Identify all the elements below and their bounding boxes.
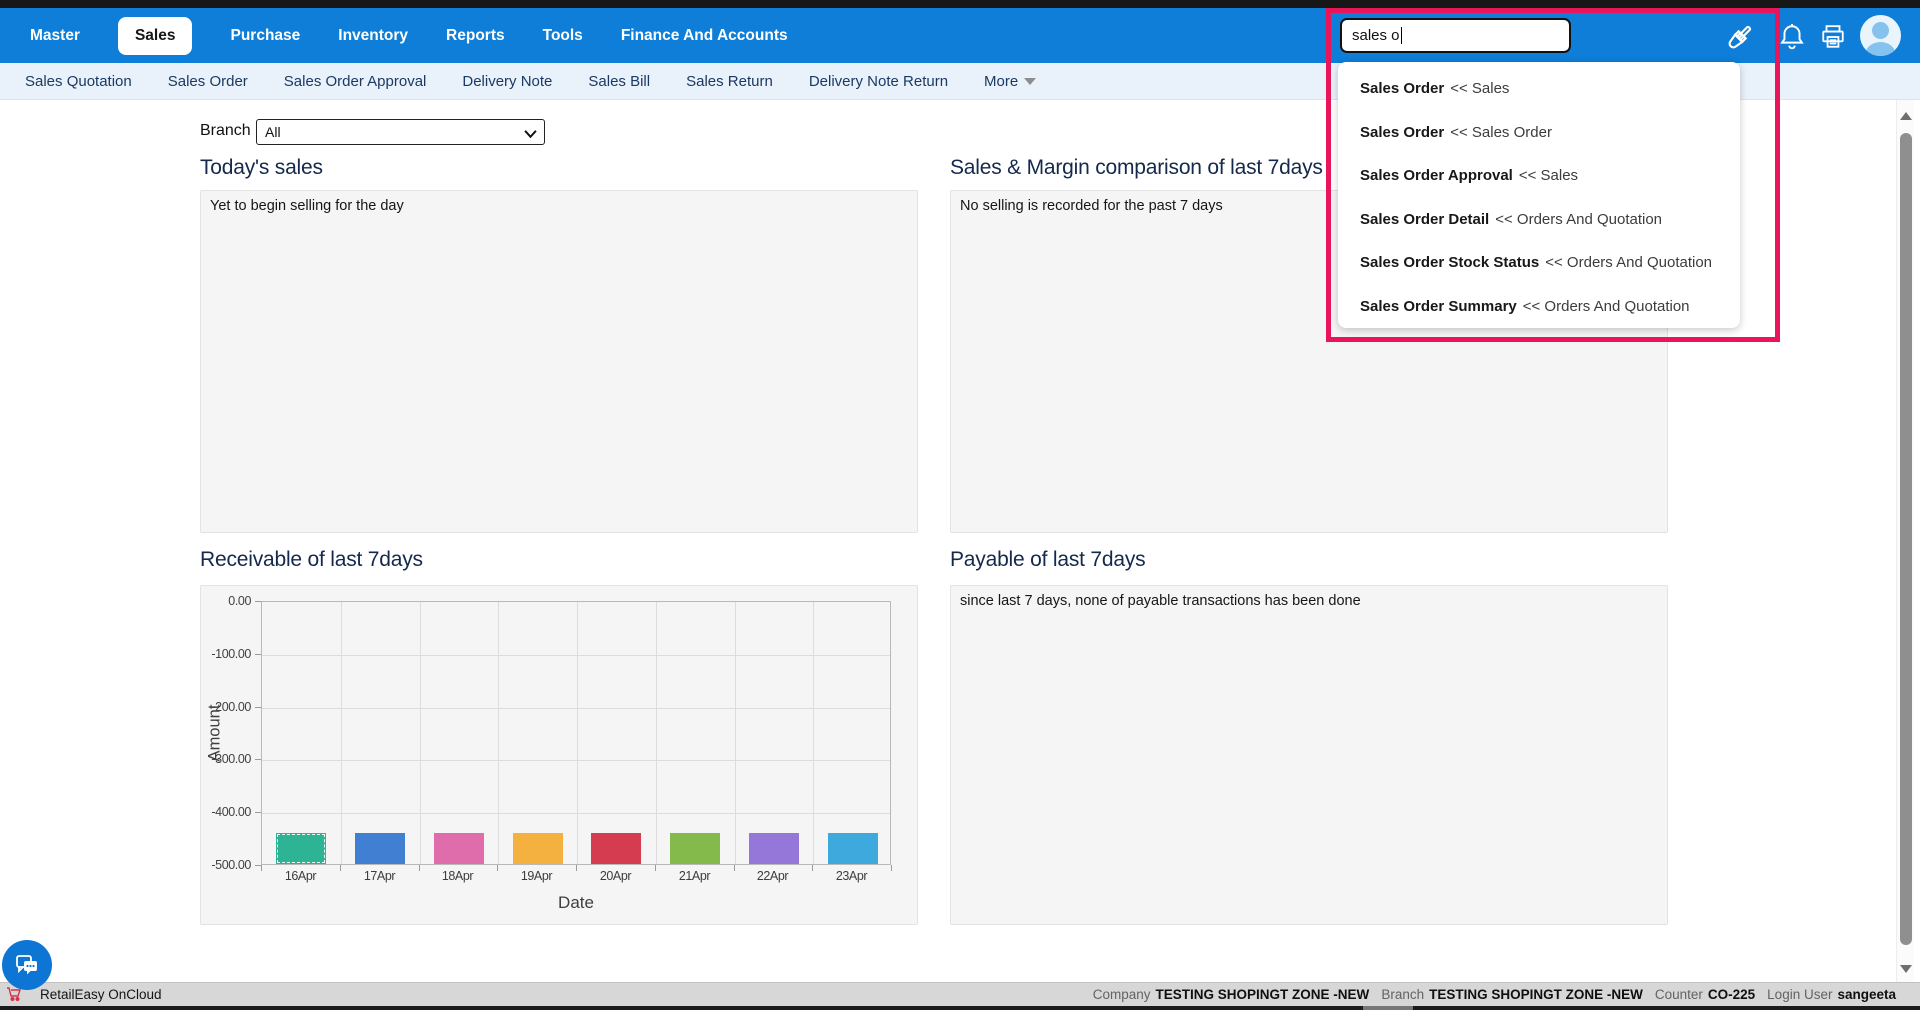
chart-plot-area xyxy=(261,601,891,865)
x-tick-label: 19Apr xyxy=(497,869,576,883)
print-icon[interactable] xyxy=(1820,24,1846,55)
gridline xyxy=(813,602,814,864)
status-counter: CounterCO-225 xyxy=(1655,987,1755,1002)
chevron-down-icon xyxy=(1024,78,1036,85)
chat-support-button[interactable] xyxy=(2,940,52,990)
gridline xyxy=(498,602,499,864)
branch-selected-value: All xyxy=(265,124,281,140)
suggestion-item[interactable]: Sales Order Stock Status << Orders And Q… xyxy=(1338,241,1740,285)
scroll-up-arrow[interactable] xyxy=(1900,112,1912,120)
brand-name: RetailEasy OnCloud xyxy=(40,987,162,1002)
nav-reports[interactable]: Reports xyxy=(446,27,505,45)
suggestion-item[interactable]: Sales Order Approval << Sales xyxy=(1338,154,1740,198)
nav-inventory[interactable]: Inventory xyxy=(338,27,408,45)
x-tick-label: 21Apr xyxy=(655,869,734,883)
x-axis-title: Date xyxy=(558,893,594,913)
y-tick-label: -100.00 xyxy=(201,646,251,662)
scroll-down-arrow[interactable] xyxy=(1900,965,1912,973)
payable-title: Payable of last 7days xyxy=(950,548,1145,572)
bar-20apr xyxy=(591,833,641,864)
y-tick-label: -300.00 xyxy=(201,751,251,767)
x-tick-label: 18Apr xyxy=(418,869,497,883)
bar-17apr xyxy=(355,833,405,864)
suggestion-item[interactable]: Sales Order Summary << Orders And Quotat… xyxy=(1338,285,1740,329)
vertical-scrollbar xyxy=(1896,100,1914,983)
gridline xyxy=(262,708,890,709)
y-tick-label: -500.00 xyxy=(201,857,251,873)
search-suggestions-dropdown: Sales Order << Sales Sales Order << Sale… xyxy=(1338,62,1740,328)
status-bar: RetailEasy OnCloud CompanyTESTING SHOPIN… xyxy=(0,982,1920,1006)
nav-master[interactable]: Master xyxy=(30,27,80,45)
x-tick-label: 23Apr xyxy=(812,869,891,883)
subnav-more-label: More xyxy=(984,73,1018,90)
suggestion-item[interactable]: Sales Order << Sales Order xyxy=(1338,111,1740,155)
payable-panel: since last 7 days, none of payable trans… xyxy=(950,585,1668,925)
status-login-user: Login Usersangeeta xyxy=(1767,987,1896,1002)
y-tick-label: -400.00 xyxy=(201,804,251,820)
select-caret-icon xyxy=(524,127,537,140)
bar-18apr xyxy=(434,833,484,864)
window-top-strip xyxy=(0,0,1920,8)
branch-select[interactable]: All xyxy=(256,119,545,145)
status-company: CompanyTESTING SHOPINGT ZONE -NEW xyxy=(1093,987,1370,1002)
suggestion-item[interactable]: Sales Order Detail << Orders And Quotati… xyxy=(1338,198,1740,242)
receivable-chart-panel: Amount Date 0.00 -100.00 -200.00 -300.00… xyxy=(200,585,918,925)
x-tick xyxy=(891,865,892,871)
status-branch: BranchTESTING SHOPINGT ZONE -NEW xyxy=(1381,987,1643,1002)
notifications-bell-icon[interactable] xyxy=(1779,23,1805,56)
gridline xyxy=(262,813,890,814)
avatar-torso-shape xyxy=(1866,42,1895,56)
gridline xyxy=(735,602,736,864)
gridline xyxy=(420,602,421,864)
app-window: Master Sales Purchase Inventory Reports … xyxy=(0,0,1920,1010)
gridline xyxy=(262,760,890,761)
nav-purchase[interactable]: Purchase xyxy=(230,27,300,45)
x-tick-label: 16Apr xyxy=(261,869,340,883)
subnav-more[interactable]: More xyxy=(984,73,1036,90)
chat-bubbles-icon xyxy=(12,950,42,980)
payable-message: since last 7 days, none of payable trans… xyxy=(951,586,1667,616)
bar-23apr xyxy=(828,833,878,864)
y-tick-label: 0.00 xyxy=(201,593,251,609)
subnav-delivery-note[interactable]: Delivery Note xyxy=(462,73,552,90)
subnav-sales-order-approval[interactable]: Sales Order Approval xyxy=(284,73,427,90)
suggestion-item[interactable]: Sales Order << Sales xyxy=(1338,67,1740,111)
y-tick-label: -200.00 xyxy=(201,699,251,715)
bar-21apr xyxy=(670,833,720,864)
bar-19apr xyxy=(513,833,563,864)
branch-label: Branch xyxy=(200,122,251,140)
todays-sales-title: Today's sales xyxy=(200,156,323,180)
x-tick-label: 22Apr xyxy=(733,869,812,883)
subnav-delivery-note-return[interactable]: Delivery Note Return xyxy=(809,73,948,90)
avatar-head-shape xyxy=(1872,22,1889,39)
user-avatar[interactable] xyxy=(1860,15,1901,56)
nav-finance-accounts[interactable]: Finance And Accounts xyxy=(621,27,788,45)
subnav-sales-bill[interactable]: Sales Bill xyxy=(588,73,650,90)
subnav-sales-quotation[interactable]: Sales Quotation xyxy=(25,73,132,90)
receivable-title: Receivable of last 7days xyxy=(200,548,423,572)
subnav-sales-return[interactable]: Sales Return xyxy=(686,73,773,90)
gridline xyxy=(341,602,342,864)
todays-sales-message: Yet to begin selling for the day xyxy=(201,191,917,221)
todays-sales-panel: Yet to begin selling for the day xyxy=(200,190,918,533)
subnav-sales-order[interactable]: Sales Order xyxy=(168,73,248,90)
x-tick-label: 17Apr xyxy=(340,869,419,883)
theme-brush-icon[interactable] xyxy=(1725,22,1755,57)
taskbar-segment xyxy=(1363,1006,1413,1010)
scrollbar-thumb[interactable] xyxy=(1900,133,1912,945)
gridline xyxy=(262,655,890,656)
global-search-input[interactable]: sales o xyxy=(1340,18,1571,53)
gridline xyxy=(656,602,657,864)
window-bottom-strip xyxy=(0,1006,1920,1010)
bar-16apr xyxy=(276,833,326,864)
search-text: sales o xyxy=(1352,27,1400,44)
bar-22apr xyxy=(749,833,799,864)
x-tick-label: 20Apr xyxy=(576,869,655,883)
nav-tools[interactable]: Tools xyxy=(543,27,583,45)
main-navbar: Master Sales Purchase Inventory Reports … xyxy=(0,8,1920,63)
text-cursor xyxy=(1401,27,1403,44)
gridline xyxy=(577,602,578,864)
nav-sales-active[interactable]: Sales xyxy=(118,17,193,55)
sales-margin-title: Sales & Margin comparison of last 7days xyxy=(950,156,1323,180)
